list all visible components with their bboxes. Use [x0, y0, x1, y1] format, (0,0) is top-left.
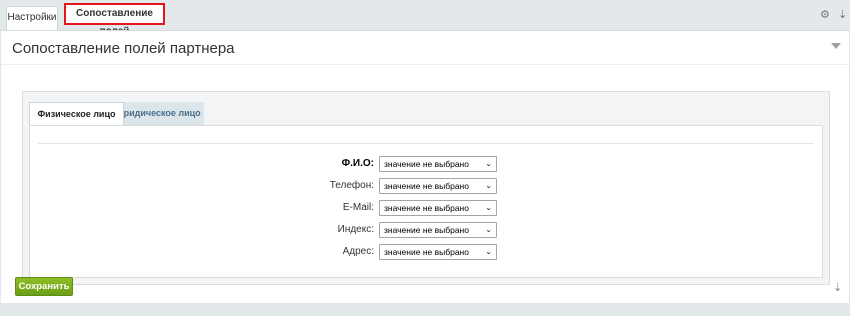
field-mapping-panel: Сопоставление полей партнера Юридическое… [1, 30, 849, 303]
fio-select[interactable]: значение не выбрано ⌄ [379, 156, 497, 172]
chevron-down-icon: ⌄ [485, 181, 492, 190]
panel-title: Сопоставление полей партнера [12, 40, 235, 57]
tab-settings[interactable]: Настройки [6, 6, 58, 30]
content-divider [38, 143, 814, 144]
field-label: Ф.И.О: [341, 158, 374, 169]
top-tab-bar: Настройки Сопоставление полей ⚙ ⇣ [0, 0, 850, 37]
field-label: Адрес: [342, 246, 374, 257]
collapse-arrow-icon[interactable] [831, 43, 841, 49]
form-row-index: Индекс: значение не выбрано ⌄ [30, 222, 824, 238]
field-label: E-Mail: [342, 202, 374, 213]
select-value: значение не выбрано [384, 225, 469, 235]
pin-icon[interactable]: ⇣ [838, 8, 847, 21]
tab-legal-entity[interactable]: Юридическое лицо [111, 102, 204, 125]
form-row-address: Адрес: значение не выбрано ⌄ [30, 244, 824, 260]
form-row-email: E-Mail: значение не выбрано ⌄ [30, 200, 824, 216]
form-row-phone: Телефон: значение не выбрано ⌄ [30, 178, 824, 194]
tab-field-mapping[interactable]: Сопоставление полей [64, 3, 165, 37]
field-label: Телефон: [329, 180, 374, 191]
select-value: значение не выбрано [384, 159, 469, 169]
tab-content: Ф.И.О: значение не выбрано ⌄ Телефон: зн… [29, 125, 823, 278]
title-divider [1, 64, 849, 65]
chevron-down-icon: ⌄ [485, 203, 492, 212]
select-value: значение не выбрано [384, 181, 469, 191]
select-value: значение не выбрано [384, 247, 469, 257]
chevron-down-icon: ⌄ [485, 159, 492, 168]
tab-individual[interactable]: Физическое лицо [29, 102, 124, 126]
address-select[interactable]: значение не выбрано ⌄ [379, 244, 497, 260]
save-button[interactable]: Сохранить [15, 277, 73, 296]
select-value: значение не выбрано [384, 203, 469, 213]
index-select[interactable]: значение не выбрано ⌄ [379, 222, 497, 238]
chevron-down-icon: ⌄ [485, 247, 492, 256]
chevron-down-icon: ⌄ [485, 225, 492, 234]
tab-container: Юридическое лицо Физическое лицо Ф.И.О: … [22, 91, 830, 285]
phone-select[interactable]: значение не выбрано ⌄ [379, 178, 497, 194]
email-select[interactable]: значение не выбрано ⌄ [379, 200, 497, 216]
pin-icon[interactable]: ⇣ [833, 281, 842, 294]
form-row-fio: Ф.И.О: значение не выбрано ⌄ [30, 156, 824, 172]
field-label: Индекс: [337, 224, 374, 235]
gear-icon[interactable]: ⚙ [820, 8, 830, 21]
